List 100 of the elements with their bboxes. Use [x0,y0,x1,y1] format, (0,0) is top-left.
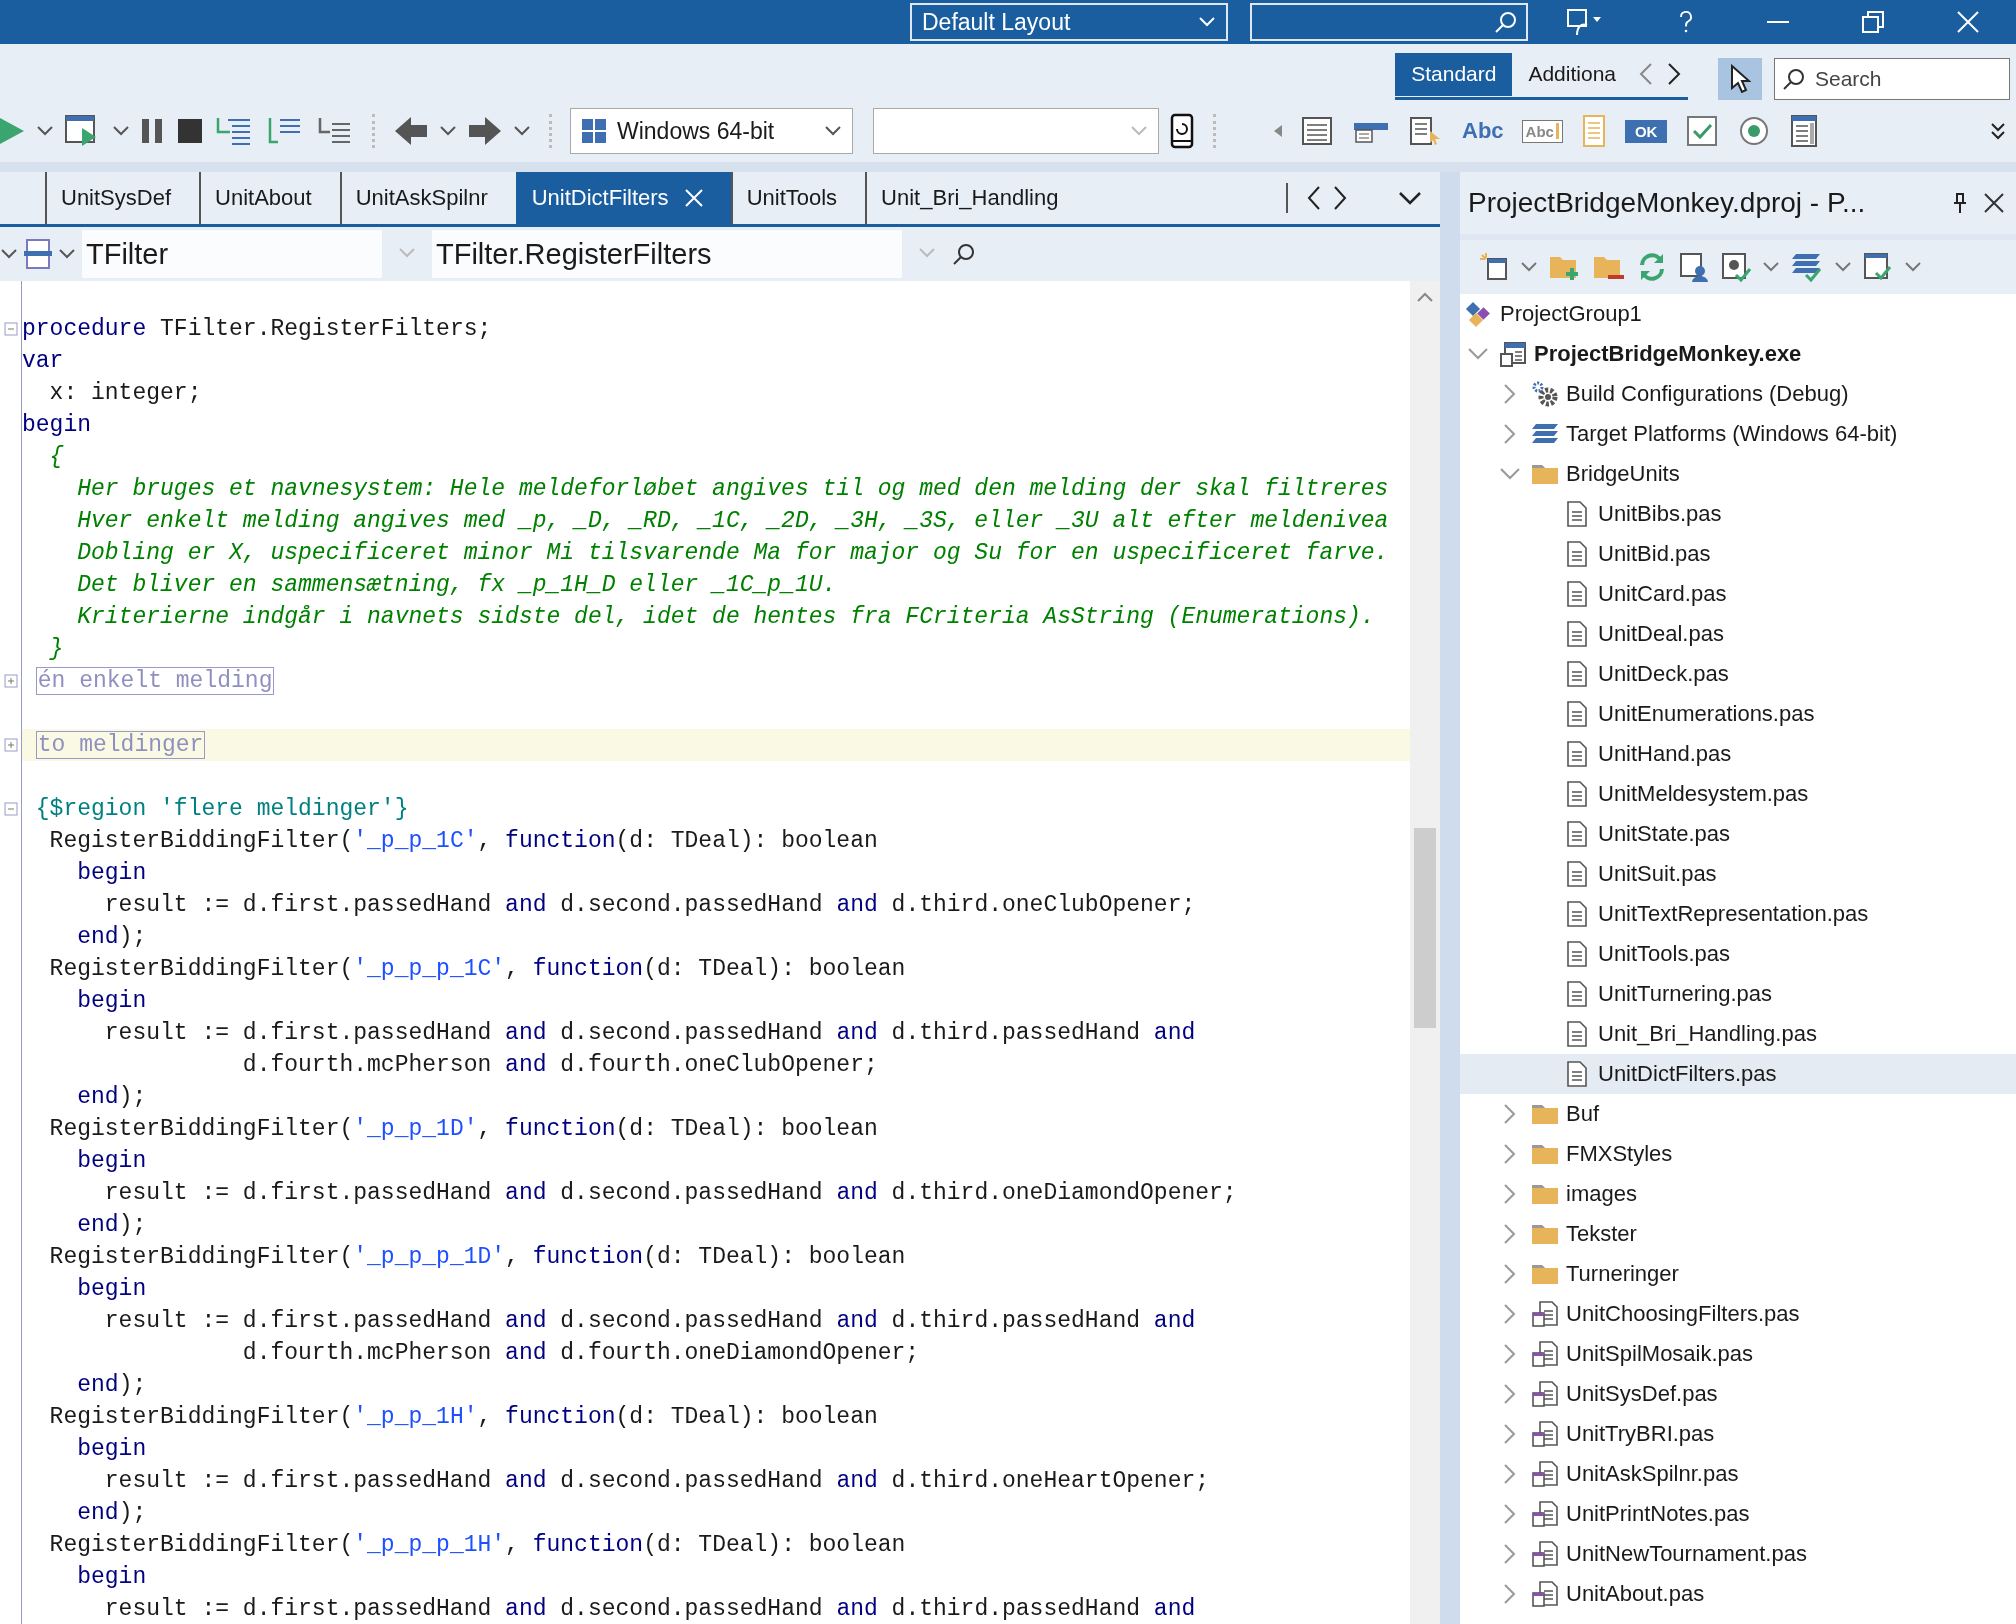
tree-item-label[interactable]: UnitTools.pas [1598,941,1731,967]
restore-icon[interactable] [1862,11,1885,33]
tree-item-label[interactable]: UnitState.pas [1598,821,1731,847]
editor-tab[interactable]: UnitAbout [199,172,340,224]
frame-icon[interactable] [1300,115,1334,147]
selected-row[interactable]: UnitDictFilters.pas [1460,1054,2016,1094]
tree-item-label[interactable]: UnitSpilMosaik.pas [1566,1341,1754,1367]
caret-icon[interactable] [58,248,76,260]
button-icon[interactable]: OK [1624,119,1668,143]
run-icon[interactable] [0,116,26,146]
tree-item-label[interactable]: Unit_Bri_Handling.pas [1598,1021,1817,1047]
class-view-icon[interactable] [24,238,52,270]
collapsed-chevron-icon[interactable] [1503,383,1517,405]
checkbox-icon[interactable] [1685,114,1720,148]
tree-item-label[interactable]: FMXStyles [1566,1141,1673,1167]
caret-icon[interactable] [112,125,130,137]
search-field[interactable] [1250,3,1528,41]
collapsed-chevron-icon[interactable] [1503,423,1517,445]
tree-item-label[interactable]: UnitBid.pas [1598,541,1711,567]
palette-search-field[interactable]: Search [1774,58,2010,100]
scroll-left-icon[interactable] [1274,125,1282,137]
tree-item-label[interactable]: Turneringer [1566,1261,1679,1287]
tree-item-label[interactable]: ProjectGroup1 [1500,301,1642,327]
expanded-chevron-icon[interactable] [1467,347,1489,361]
search-icon[interactable] [952,242,976,266]
label-icon[interactable]: Abc [1462,118,1504,144]
tree-item-label[interactable]: UnitHand.pas [1598,741,1732,767]
tree-item-label[interactable]: Build Configurations (Debug) [1566,381,1849,407]
caret-icon[interactable] [439,125,457,137]
collapsed-chevron-icon[interactable] [1503,1383,1517,1405]
build-check-icon[interactable] [1720,251,1752,283]
collapsed-chevron-icon[interactable] [1503,1103,1517,1125]
tree-item-label[interactable]: BridgeUnits [1566,461,1680,487]
collapsed-chevron-icon[interactable] [1503,1263,1517,1285]
caret-icon[interactable] [0,248,18,260]
tree-item-label[interactable]: UnitPrintNotes.pas [1566,1501,1750,1527]
collapsed-chevron-icon[interactable] [1503,1223,1517,1245]
tree-item-label[interactable]: UnitDeal.pas [1598,621,1724,647]
chevron-right-icon[interactable] [1666,62,1682,86]
tree-item-label[interactable]: UnitAbout.pas [1566,1581,1705,1607]
editor-tab[interactable]: UnitDictFilters [515,172,731,224]
list-box-icon[interactable] [1789,114,1820,148]
editor-tab[interactable]: Unit_Bri_Handling [865,172,1087,224]
tree-item-label[interactable]: UnitBibs.pas [1598,501,1722,527]
tree-item-label[interactable]: UnitEnumerations.pas [1598,701,1815,727]
device-icon[interactable] [1169,113,1195,149]
collapsed-chevron-icon[interactable] [1503,1583,1517,1605]
tab-list-caret-icon[interactable] [1398,191,1422,205]
palette-tab[interactable]: Additiona [1512,52,1632,96]
caret-icon[interactable] [36,125,54,137]
pause-icon[interactable] [140,117,164,145]
palette-tab[interactable]: Standard [1395,52,1513,96]
collapsed-chevron-icon[interactable] [1503,1463,1517,1485]
tree-item-label[interactable]: UnitTurnering.pas [1598,981,1773,1007]
tree-item-label[interactable]: ProjectBridgeMonkey.exe [1534,341,1802,367]
tree-item-label[interactable]: UnitSysDef.pas [1566,1381,1718,1407]
caret-icon[interactable] [1520,261,1538,273]
layers-check-icon[interactable] [1790,251,1824,283]
editor-tab[interactable]: UnitTools [730,172,866,224]
collapsed-chevron-icon[interactable] [1503,1503,1517,1525]
collapsed-chevron-icon[interactable] [1503,1543,1517,1565]
editor-tab[interactable]: UnitSysDef [45,172,200,224]
tree-item-label[interactable]: Buf [1566,1101,1600,1127]
caret-icon[interactable] [1904,261,1922,273]
chevron-right-icon[interactable] [1332,185,1348,211]
tree-item-label[interactable]: UnitMeldesystem.pas [1598,781,1809,807]
minimize-icon[interactable] [1766,20,1789,24]
overflow-chevron-icon[interactable] [1990,121,2006,141]
tree-item-label[interactable]: UnitDeck.pas [1598,661,1729,687]
caret-icon[interactable] [513,125,531,137]
collapsed-chevron-icon[interactable] [1503,1183,1517,1205]
window-check-icon[interactable] [1862,251,1894,283]
collapsed-chevron-icon[interactable] [1503,1343,1517,1365]
tree-item-label[interactable]: UnitTextRepresentation.pas [1598,901,1869,927]
layout-dropdown[interactable]: Default Layout [910,3,1228,41]
back-arrow-icon[interactable] [393,115,429,147]
method-dropdown[interactable]: TFilter.RegisterFilters [432,230,902,278]
tree-item-label[interactable]: Target Platforms (Windows 64-bit) [1566,421,1898,447]
caret-icon[interactable] [824,125,842,137]
expanded-chevron-icon[interactable] [1499,467,1521,481]
edit-box-icon[interactable]: Abc [1521,119,1563,143]
collapsed-chevron-icon[interactable] [1503,1143,1517,1165]
help-icon[interactable] [1677,10,1694,34]
pointer-button[interactable] [1718,58,1762,100]
class-dropdown[interactable]: TFilter [82,230,382,278]
tree-item-label[interactable]: UnitDictFilters.pas [1598,1061,1777,1087]
caret-icon[interactable] [1834,261,1852,273]
device-dropdown[interactable] [873,108,1159,154]
pin-icon[interactable] [1952,192,1968,214]
tree-item-label[interactable]: Tekster [1566,1221,1637,1247]
chevron-left-icon[interactable] [1306,185,1322,211]
collapsed-chevron-icon[interactable] [1503,1423,1517,1445]
caret-icon[interactable] [1762,261,1780,273]
forward-arrow-icon[interactable] [467,115,503,147]
tree-item-label[interactable]: UnitAskSpilnr.pas [1566,1461,1739,1487]
scroll-up-icon[interactable] [1416,291,1434,303]
tree-item-label[interactable]: UnitTryBRI.pas [1566,1421,1715,1447]
tree-item-label[interactable]: UnitNewTournament.pas [1566,1541,1807,1567]
platform-dropdown[interactable]: Windows 64-bit [570,108,853,154]
tree-item-label[interactable]: images [1566,1181,1637,1207]
